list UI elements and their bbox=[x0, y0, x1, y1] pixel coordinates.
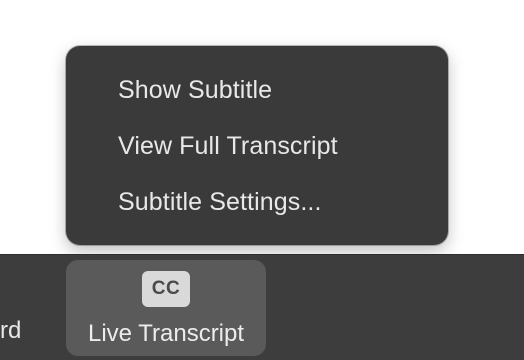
stage: Show Subtitle View Full Transcript Subti… bbox=[0, 0, 524, 360]
closed-caption-icon: CC bbox=[142, 271, 190, 307]
menu-item-view-full-transcript[interactable]: View Full Transcript bbox=[66, 118, 448, 174]
previous-button-label[interactable]: rd bbox=[0, 317, 21, 345]
live-transcript-label: Live Transcript bbox=[87, 320, 245, 347]
menu-item-subtitle-settings[interactable]: Subtitle Settings... bbox=[66, 174, 448, 230]
meeting-toolbar: rd CC Live Transcript bbox=[0, 254, 524, 360]
live-transcript-menu: Show Subtitle View Full Transcript Subti… bbox=[66, 46, 448, 245]
live-transcript-button[interactable]: CC Live Transcript bbox=[66, 260, 266, 356]
menu-item-show-subtitle[interactable]: Show Subtitle bbox=[66, 46, 448, 118]
